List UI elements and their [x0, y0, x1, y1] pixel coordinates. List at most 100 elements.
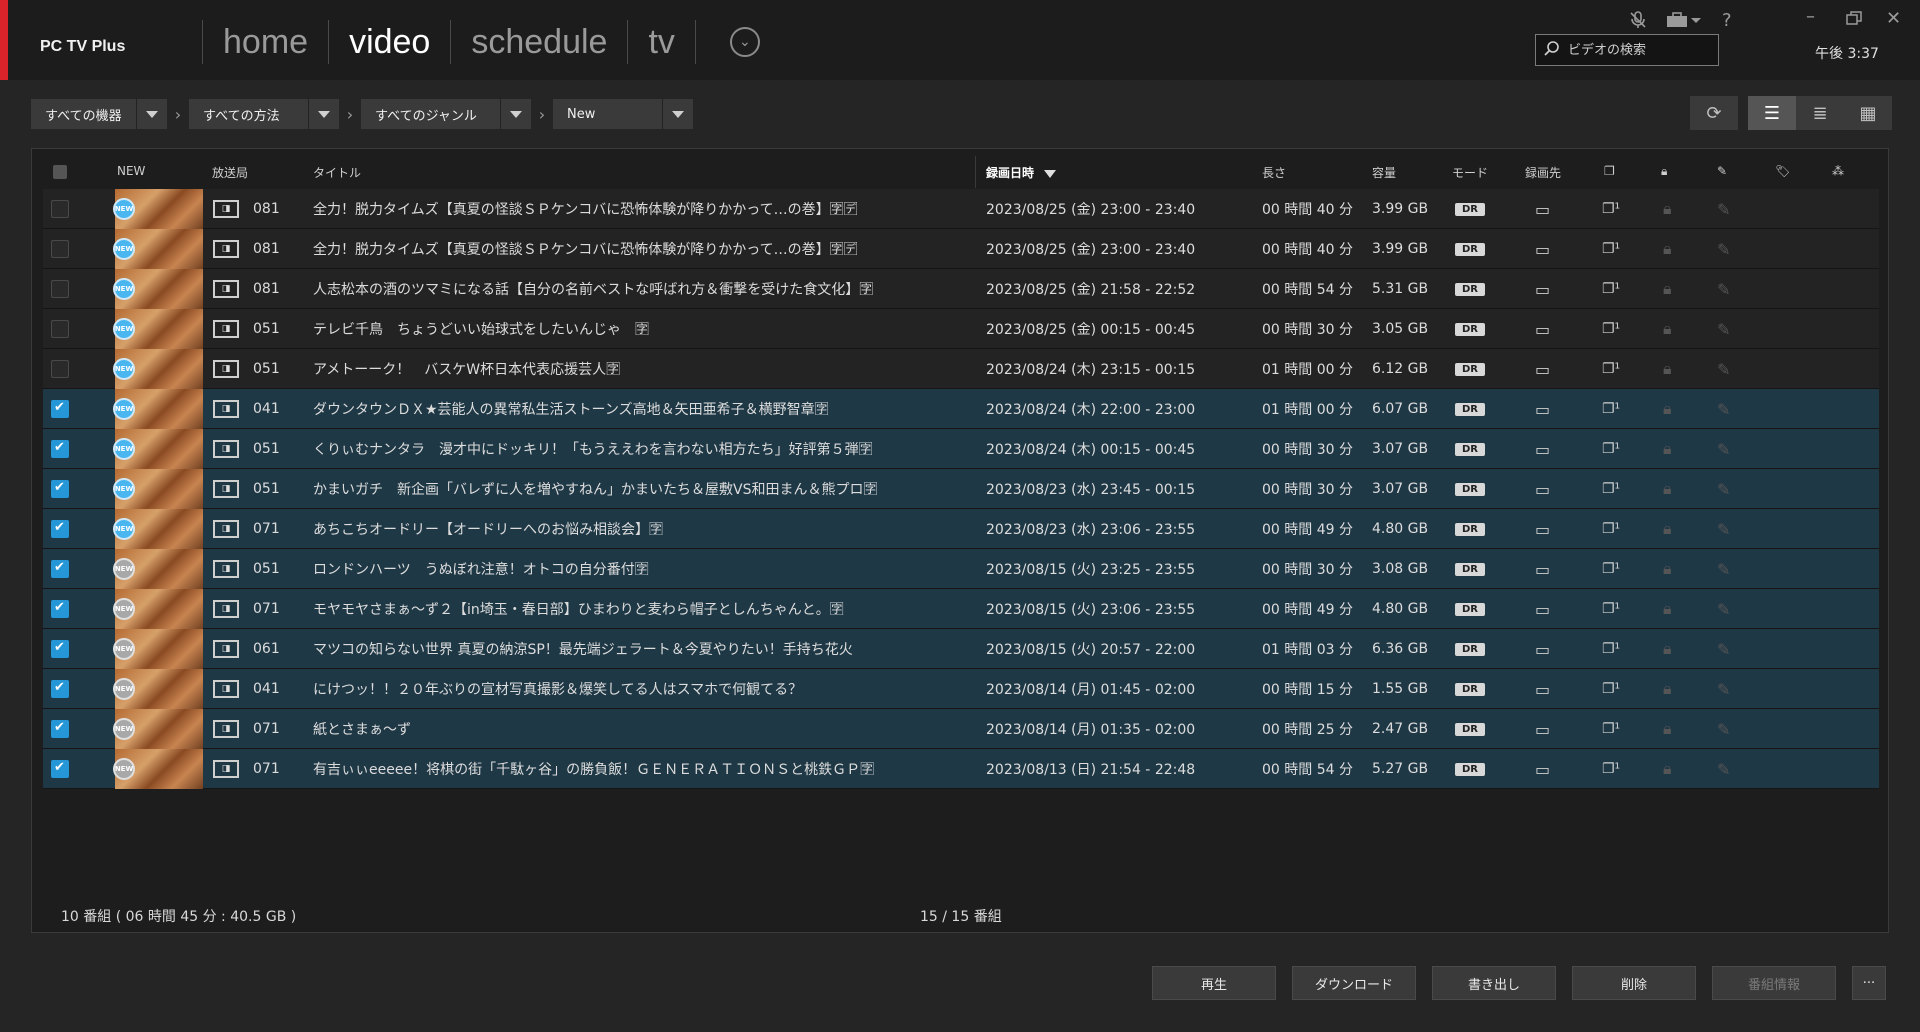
select-all-checkbox[interactable] [53, 165, 67, 179]
program-title[interactable]: くりぃむナンタラ 漫才中にドッキリ！「もうええわを言わない相方たち」好評第５弾🈑 [313, 429, 873, 469]
edit-icon[interactable]: ✎ [1717, 469, 1730, 509]
filter-device[interactable]: すべての機器 [31, 99, 167, 129]
row-checkbox[interactable] [51, 189, 69, 229]
checkbox-icon[interactable] [51, 280, 69, 298]
checkbox-icon[interactable] [51, 400, 69, 418]
delete-button[interactable]: 削除 [1572, 966, 1696, 1000]
copy-count-icon[interactable]: ❐¹ [1602, 189, 1620, 229]
edit-icon[interactable]: ✎ [1717, 629, 1730, 669]
thumbnail[interactable]: NEW [113, 189, 203, 229]
edit-col-icon[interactable]: ✎ [1717, 164, 1727, 178]
program-title[interactable]: 全力！脱力タイムズ【真夏の怪談ＳＰケンコバに恐怖体験が降りかかって…の巻】🈑🈓 [313, 229, 858, 269]
refresh-icon[interactable]: ⟳ [1690, 96, 1738, 130]
thumbnail[interactable]: NEW [113, 229, 203, 269]
table-row[interactable]: NEW ◨ 071 有吉ぃぃeeeee！将棋の街「千駄ヶ谷」の勝負飯！ＧＥＮＥＲＡＴＩ… [43, 749, 1879, 789]
copy-count-icon[interactable]: ❐¹ [1602, 589, 1620, 629]
edit-icon[interactable]: ✎ [1717, 269, 1730, 309]
program-title[interactable]: テレビ千鳥 ちょうどいい始球式をしたいんじゃ 🈑 [313, 309, 649, 349]
row-checkbox[interactable] [51, 469, 69, 509]
list-view-icon[interactable]: ☰ [1748, 96, 1796, 130]
tab-video[interactable]: video [345, 23, 434, 62]
edit-icon[interactable]: ✎ [1717, 229, 1730, 269]
row-checkbox[interactable] [51, 309, 69, 349]
table-row[interactable]: NEW ◨ 051 かまいガチ 新企画「バレずに人を増やすねん」かまいたち＆屋敷VS和… [43, 469, 1879, 509]
program-title[interactable]: マツコの知らない世界 真夏の納涼SP！最先端ジェラート＆今夏やりたい！手持ち花火 [313, 629, 853, 669]
edit-icon[interactable]: ✎ [1717, 749, 1730, 789]
row-checkbox[interactable] [51, 349, 69, 389]
row-checkbox[interactable] [51, 429, 69, 469]
table-row[interactable]: NEW ◨ 061 マツコの知らない世界 真夏の納涼SP！最先端ジェラート＆今夏やりた… [43, 629, 1879, 669]
thumbnail[interactable]: NEW [113, 669, 203, 709]
edit-icon[interactable]: ✎ [1717, 509, 1730, 549]
thumbnail[interactable]: NEW [113, 389, 203, 429]
checkbox-icon[interactable] [51, 760, 69, 778]
checkbox-icon[interactable] [51, 200, 69, 218]
edit-icon[interactable]: ✎ [1717, 429, 1730, 469]
table-row[interactable]: NEW ◨ 041 ダウンタウンＤＸ★芸能人の異常私生活ストーンズ高地＆矢田亜希子＆横… [43, 389, 1879, 429]
col-date[interactable]: 録画日時 [986, 164, 1057, 181]
lock-col-icon[interactable]: 🔒︎ [1661, 164, 1667, 179]
copy-count-icon[interactable]: ❐¹ [1602, 229, 1620, 269]
lock-icon[interactable]: 🔒︎ [1663, 189, 1672, 229]
row-checkbox[interactable] [51, 229, 69, 269]
program-title[interactable]: にけつッ！！２０年ぶりの宣材写真撮影＆爆笑してる人はスマホで何観てる？ [313, 669, 802, 709]
thumbnail[interactable]: NEW [113, 469, 203, 509]
checkbox-icon[interactable] [51, 320, 69, 338]
checkbox-icon[interactable] [51, 360, 69, 378]
thumbnail[interactable]: NEW [113, 269, 203, 309]
restore-icon[interactable] [1846, 10, 1862, 29]
checkbox-icon[interactable] [51, 480, 69, 498]
program-info-button[interactable]: 番組情報 [1712, 966, 1836, 1000]
thumbnail[interactable]: NEW [113, 349, 203, 389]
lock-icon[interactable]: 🔒︎ [1663, 549, 1672, 589]
close-icon[interactable]: ✕ [1886, 8, 1901, 29]
share-col-icon[interactable]: ⁂ [1832, 164, 1844, 178]
copy-count-icon[interactable]: ❐¹ [1602, 389, 1620, 429]
thumbnail[interactable]: NEW [113, 309, 203, 349]
edit-icon[interactable]: ✎ [1717, 389, 1730, 429]
copy-count-icon[interactable]: ❐¹ [1602, 309, 1620, 349]
lock-icon[interactable]: 🔒︎ [1663, 229, 1672, 269]
lock-icon[interactable]: 🔒︎ [1663, 589, 1672, 629]
table-row[interactable]: NEW ◨ 051 アメトーーク！ バスケW杯日本代表応援芸人🈑 2023/08/24 … [43, 349, 1879, 389]
thumbnail[interactable]: NEW [113, 709, 203, 749]
col-mode[interactable]: モード [1452, 164, 1488, 181]
more-options-button[interactable]: ··· [1852, 966, 1886, 1000]
table-row[interactable]: NEW ◨ 051 テレビ千鳥 ちょうどいい始球式をしたいんじゃ 🈑 2023/08/2… [43, 309, 1879, 349]
filter-new[interactable]: New [553, 99, 693, 129]
checkbox-icon[interactable] [51, 600, 69, 618]
lock-icon[interactable]: 🔒︎ [1663, 269, 1672, 309]
edit-icon[interactable]: ✎ [1717, 709, 1730, 749]
row-checkbox[interactable] [51, 389, 69, 429]
col-new[interactable]: NEW [117, 164, 145, 178]
chevron-down-icon[interactable] [662, 99, 693, 129]
copy-count-icon[interactable]: ❐¹ [1602, 709, 1620, 749]
copy-count-icon[interactable]: ❐¹ [1602, 509, 1620, 549]
mic-off-icon[interactable] [1628, 10, 1648, 34]
chevron-down-icon[interactable] [136, 99, 167, 129]
checkbox-icon[interactable] [51, 720, 69, 738]
lock-icon[interactable]: 🔒︎ [1663, 629, 1672, 669]
thumbnail[interactable]: NEW [113, 629, 203, 669]
copy-count-icon[interactable]: ❐¹ [1602, 629, 1620, 669]
row-checkbox[interactable] [51, 669, 69, 709]
copy-count-icon[interactable]: ❐¹ [1602, 669, 1620, 709]
thumbnail[interactable]: NEW [113, 429, 203, 469]
program-title[interactable]: 紙とさまぁ～ず [313, 709, 411, 749]
edit-icon[interactable]: ✎ [1717, 189, 1730, 229]
table-row[interactable]: NEW ◨ 071 モヤモヤさまぁ～ず２【in埼玉・春日部】ひまわりと麦わら帽子としん… [43, 589, 1879, 629]
row-checkbox[interactable] [51, 549, 69, 589]
lock-icon[interactable]: 🔒︎ [1663, 709, 1672, 749]
row-checkbox[interactable] [51, 509, 69, 549]
col-dest[interactable]: 録画先 [1525, 164, 1561, 181]
thumbnail[interactable]: NEW [113, 589, 203, 629]
copy-count-icon[interactable]: ❐¹ [1602, 349, 1620, 389]
help-icon[interactable]: ? [1722, 10, 1732, 31]
program-title[interactable]: ダウンタウンＤＸ★芸能人の異常私生活ストーンズ高地＆矢田亜希子＆横野智章🈑 [313, 389, 829, 429]
program-title[interactable]: あちこちオードリー【オードリーへのお悩み相談会】🈑 [313, 509, 663, 549]
search-box[interactable] [1535, 34, 1720, 66]
lock-icon[interactable]: 🔒︎ [1663, 309, 1672, 349]
tab-home[interactable]: home [219, 23, 312, 62]
row-checkbox[interactable] [51, 629, 69, 669]
copy-count-icon[interactable]: ❐¹ [1602, 429, 1620, 469]
